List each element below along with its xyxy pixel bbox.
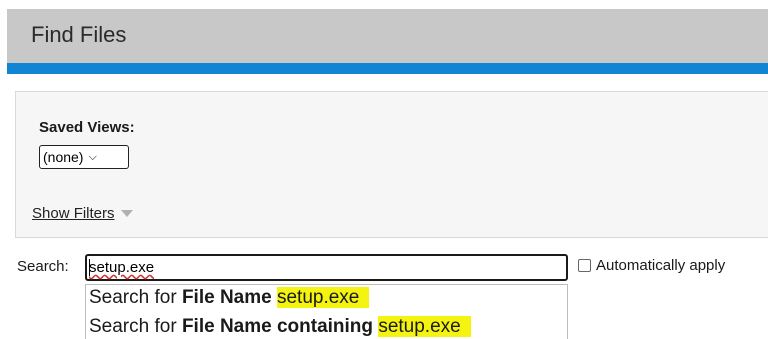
filters-panel: Saved Views: (none) ⌵ Show Filters — [15, 91, 768, 238]
saved-views-value: (none) — [43, 149, 84, 165]
chevron-down-icon: ⌵ — [88, 150, 97, 163]
page-title: Find Files — [31, 22, 127, 47]
suggestion-file-name-containing[interactable]: Search for File Name containing setup.ex… — [89, 316, 471, 338]
find-files-page: Find Files Saved Views: (none) ⌵ Show Fi… — [0, 0, 768, 339]
triangle-down-icon — [120, 210, 133, 217]
search-input-value: setup.exe — [89, 259, 155, 276]
auto-apply-option[interactable]: Automatically apply — [578, 257, 725, 274]
page-header: Find Files — [7, 9, 768, 63]
suggestion-value: setup.exe — [276, 287, 370, 308]
suggestion-value: setup.exe — [378, 316, 471, 337]
suggestion-field: File Name containing — [181, 316, 374, 337]
suggestion-file-name[interactable]: Search for File Name setup.exe — [89, 287, 370, 309]
auto-apply-checkbox[interactable] — [578, 259, 591, 272]
auto-apply-label: Automatically apply — [596, 257, 726, 274]
search-label: Search: — [17, 258, 69, 275]
saved-views-label: Saved Views: — [39, 119, 135, 136]
suggestion-field: File Name — [181, 287, 272, 308]
header-accent-bar — [7, 63, 768, 74]
suggestion-prefix: Search for — [89, 316, 182, 337]
search-input[interactable]: setup.exe — [85, 254, 568, 281]
saved-views-select[interactable]: (none) ⌵ — [39, 145, 129, 169]
text-caret — [89, 259, 90, 276]
suggestion-prefix: Search for — [89, 287, 182, 308]
show-filters-toggle[interactable]: Show Filters — [32, 205, 133, 222]
show-filters-link[interactable]: Show Filters — [32, 205, 115, 222]
search-suggestions-dropdown: Search for File Name setup.exe Search fo… — [85, 284, 568, 339]
